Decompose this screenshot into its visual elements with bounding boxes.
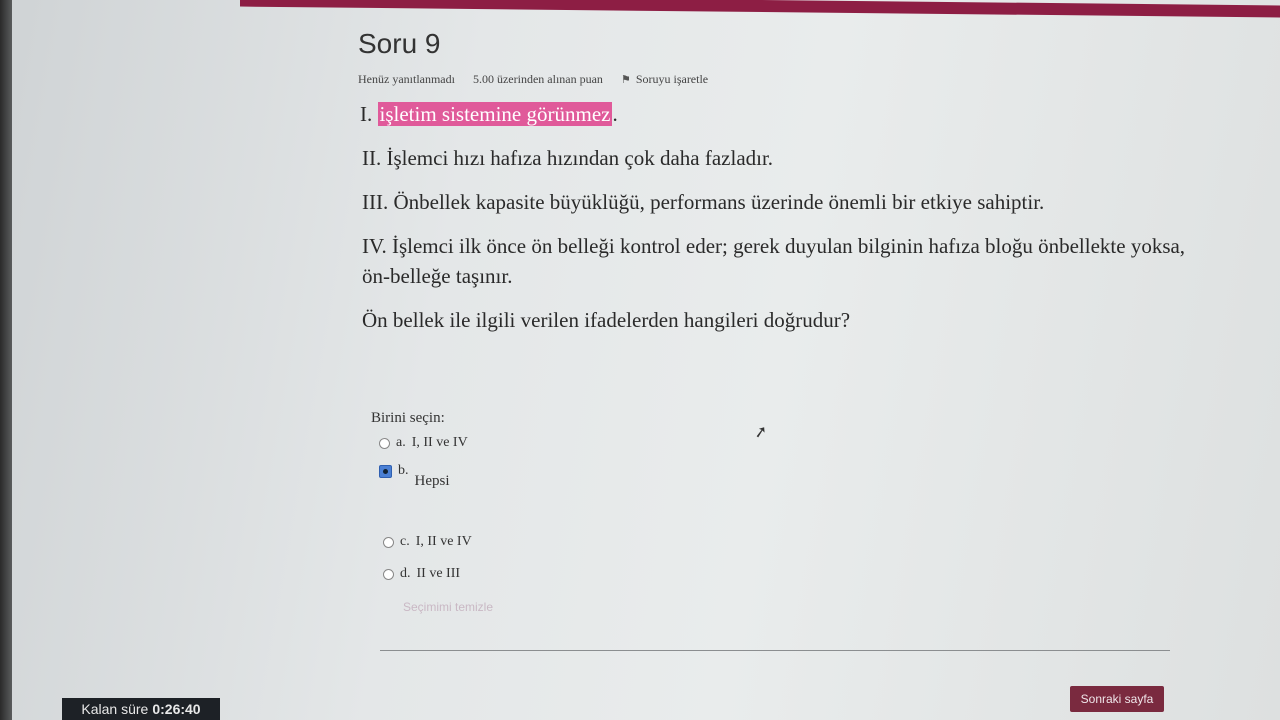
answer-block: Birini seçin: a. I, II ve IV b. Hepsi c.… [371, 410, 1171, 614]
option-a[interactable]: a. I, II ve IV [379, 435, 1171, 451]
timer-value: 0:26:40 [152, 701, 201, 717]
flag-icon: ⚑ [620, 74, 631, 86]
option-a-radio[interactable] [379, 437, 390, 449]
flag-question-link[interactable]: ⚑ Soruyu işaretle [621, 72, 708, 87]
option-c-letter: c. [400, 534, 410, 549]
option-a-letter: a. [396, 435, 406, 450]
statement-4: IV. İşlemci ilk önce ön belleği kontrol … [362, 234, 1186, 288]
footer-divider [380, 650, 1170, 651]
option-b-text: Hepsi [414, 473, 450, 489]
question-title: Soru 9 [358, 28, 441, 59]
statement-2: II. İşlemci hızı hafıza hızından çok dah… [362, 146, 774, 170]
statement-3: III. Önbellek kapasite büyüklüğü, perfor… [362, 190, 1045, 214]
option-d-letter: d. [400, 566, 411, 581]
screen: Soru 9 Henüz yanıtlanmadı 5.00 üzerinden… [0, 0, 1280, 720]
time-remaining: Kalan süre 0:26:40 [62, 698, 220, 720]
question-points: 5.00 üzerinden alınan puan [472, 72, 603, 86]
statement-1-suffix: . [612, 102, 618, 126]
timer-label: Kalan süre [81, 701, 149, 717]
option-d-radio[interactable] [383, 568, 394, 580]
question-text: Ön bellek ile ilgili verilen ifadelerden… [362, 308, 851, 332]
option-c-radio[interactable] [383, 536, 394, 548]
option-a-text: I, II ve IV [411, 435, 468, 450]
option-c-text: I, II ve IV [415, 534, 472, 549]
option-c[interactable]: c. I, II ve IV [383, 534, 1171, 550]
question-panel: Soru 9 Henüz yanıtlanmadı 5.00 üzerinden… [358, 28, 1218, 349]
statement-1: I. işletim sistemine görünmez. [360, 99, 1218, 129]
option-b[interactable]: b. Hepsi [379, 463, 1171, 490]
clear-selection-link[interactable]: Seçimimi temizle [403, 600, 1171, 614]
question-meta: Henüz yanıtlanmadı 5.00 üzerinden alınan… [358, 72, 1218, 87]
option-b-letter: b. [398, 463, 409, 478]
option-b-radio[interactable] [379, 465, 392, 478]
top-accent-bar [240, 0, 1280, 18]
option-d[interactable]: d. II ve III [383, 566, 1171, 582]
statement-1-prefix: I. [360, 102, 378, 126]
option-d-text: II ve III [416, 566, 461, 581]
flag-question-label: Soruyu işaretle [635, 72, 709, 86]
answer-prompt: Birini seçin: [371, 410, 445, 426]
monitor-bezel [0, 0, 12, 720]
next-page-button[interactable]: Sonraki sayfa [1070, 686, 1164, 712]
question-status: Henüz yanıtlanmadı [358, 72, 455, 86]
statement-1-highlight: işletim sistemine görünmez [377, 102, 613, 126]
